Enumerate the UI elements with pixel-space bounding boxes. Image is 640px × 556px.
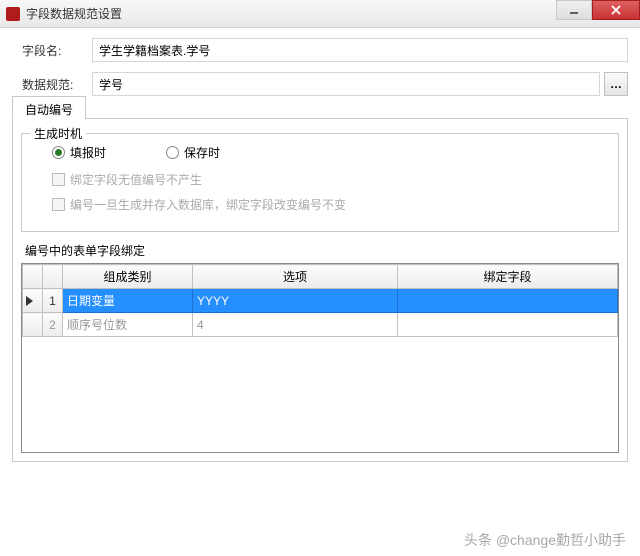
input-data-spec[interactable] (92, 72, 600, 96)
radio-row-timing: 填报时 保存时 (52, 144, 608, 161)
watermark: 头条 @change勤哲小助手 (464, 530, 626, 550)
browse-button[interactable]: … (604, 72, 628, 96)
cell-type[interactable]: 日期变量 (63, 289, 193, 313)
checkbox-icon (52, 173, 65, 186)
window-controls (556, 0, 640, 27)
cell-bind[interactable] (398, 313, 618, 337)
close-button[interactable] (592, 0, 640, 20)
minimize-button[interactable] (556, 0, 592, 20)
col-rownum (43, 265, 63, 289)
radio-on-fill-label: 填报时 (70, 144, 106, 161)
app-icon (6, 7, 20, 21)
radio-icon (166, 146, 179, 159)
row-field-name: 字段名: 学生学籍档案表.学号 (12, 38, 628, 62)
binding-grid-wrap: 组成类别 选项 绑定字段 1 日期变量 YYYY 2 (21, 263, 619, 453)
minimize-icon (569, 5, 579, 15)
checkbox-storefix[interactable]: 编号一旦生成并存入数据库，绑定字段改变编号不变 (52, 196, 608, 213)
radio-on-fill[interactable]: 填报时 (52, 144, 106, 161)
radio-on-save[interactable]: 保存时 (166, 144, 220, 161)
col-marker (23, 265, 43, 289)
label-data-spec: 数据规范: (12, 76, 92, 93)
row-data-spec: 数据规范: … (12, 72, 628, 96)
grid-header-row: 组成类别 选项 绑定字段 (23, 265, 618, 289)
value-field-name: 学生学籍档案表.学号 (92, 38, 628, 62)
radio-icon (52, 146, 65, 159)
legend-timing: 生成时机 (30, 125, 86, 142)
col-option[interactable]: 选项 (193, 265, 398, 289)
close-icon (611, 5, 621, 15)
cell-bind[interactable] (398, 289, 618, 313)
grid-row[interactable]: 2 顺序号位数 4 (23, 313, 618, 337)
row-marker-cell (23, 289, 43, 313)
checkbox-nobind[interactable]: 绑定字段无值编号不产生 (52, 171, 608, 188)
checkbox-icon (52, 198, 65, 211)
fieldset-timing: 生成时机 填报时 保存时 绑定字段无值编号不产生 编号一旦生成并存入数据库，绑定… (21, 133, 619, 232)
cell-option[interactable]: YYYY (193, 289, 398, 313)
binding-grid[interactable]: 组成类别 选项 绑定字段 1 日期变量 YYYY 2 (22, 264, 618, 337)
radio-on-save-label: 保存时 (184, 144, 220, 161)
col-bind[interactable]: 绑定字段 (398, 265, 618, 289)
title-bar: 字段数据规范设置 (0, 0, 640, 28)
row-number: 2 (43, 313, 63, 337)
checkbox-storefix-label: 编号一旦生成并存入数据库，绑定字段改变编号不变 (70, 196, 346, 213)
row-marker-cell (23, 313, 43, 337)
grid-row[interactable]: 1 日期变量 YYYY (23, 289, 618, 313)
cell-type[interactable]: 顺序号位数 (63, 313, 193, 337)
label-field-name: 字段名: (12, 42, 92, 59)
row-marker-icon (26, 296, 33, 306)
checkbox-nobind-label: 绑定字段无值编号不产生 (70, 171, 202, 188)
tab-panel: 自动编号 生成时机 填报时 保存时 绑定字段无值编号不产生 编号一旦生成并存 (12, 118, 628, 462)
row-number: 1 (43, 289, 63, 313)
tab-auto-number[interactable]: 自动编号 (12, 96, 86, 120)
window-title: 字段数据规范设置 (26, 5, 556, 22)
col-type[interactable]: 组成类别 (63, 265, 193, 289)
cell-option[interactable]: 4 (193, 313, 398, 337)
binding-section-label: 编号中的表单字段绑定 (25, 242, 619, 259)
window-body: 字段名: 学生学籍档案表.学号 数据规范: … 自动编号 生成时机 填报时 保存… (0, 28, 640, 472)
